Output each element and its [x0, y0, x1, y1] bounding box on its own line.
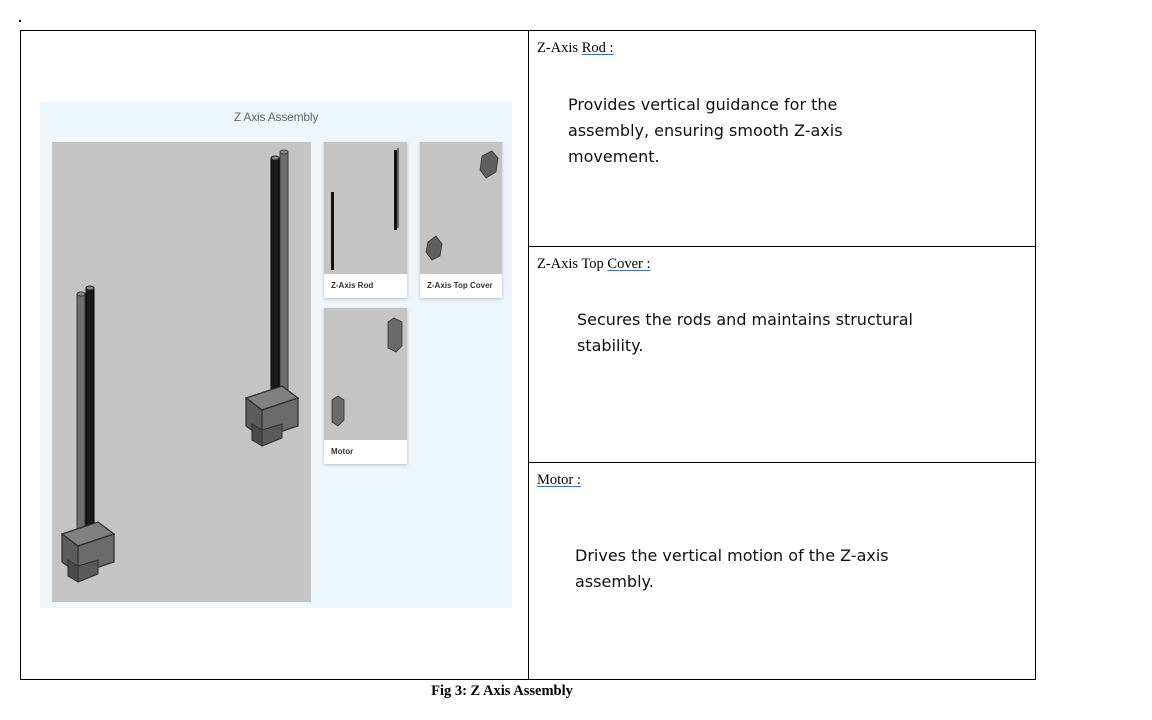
- part-card-label: Motor: [331, 447, 354, 456]
- row-z-axis-rod: Z-Axis Rod : Provides vertical guidance …: [529, 31, 1035, 247]
- stray-dot: [19, 20, 21, 22]
- row-motor: Motor : Drives the vertical motion of th…: [529, 463, 1035, 679]
- row-description: Secures the rods and maintains structura…: [577, 310, 913, 355]
- right-rod-pair: [270, 149, 289, 399]
- part-card-z-axis-rod[interactable]: Z-Axis Rod: [324, 142, 407, 298]
- row-z-axis-top-cover: Z-Axis Top Cover : Secures the rods and …: [529, 247, 1035, 463]
- top-cover-preview-render: [425, 150, 499, 261]
- row-heading: Motor :: [537, 472, 581, 488]
- main-3d-viewport[interactable]: [52, 142, 311, 602]
- part-preview: [420, 142, 502, 274]
- row-description: Provides vertical guidance for the assem…: [568, 95, 843, 166]
- assembly-render: [60, 149, 300, 583]
- rod-preview-render: [331, 148, 399, 270]
- part-preview: [324, 308, 407, 440]
- left-rod-pair: [76, 285, 95, 535]
- figure-cell: Z Axis Assembly Z-Axis Rod Z-Axis Top Co…: [21, 31, 529, 679]
- part-card-z-axis-top-cover[interactable]: Z-Axis Top Cover: [420, 142, 502, 298]
- figure-caption: Fig 3: Z Axis Assembly: [431, 683, 573, 699]
- part-preview: [324, 142, 407, 274]
- part-card-motor[interactable]: Motor: [324, 308, 407, 464]
- part-card-label: Z-Axis Top Cover: [427, 281, 493, 290]
- part-card-label: Z-Axis Rod: [331, 281, 374, 290]
- row-heading: Z-Axis Top Cover :: [537, 256, 651, 272]
- right-motor-block: [244, 385, 300, 447]
- assembly-figure: Z Axis Assembly Z-Axis Rod Z-Axis Top Co…: [40, 102, 512, 608]
- left-motor-block: [60, 521, 116, 583]
- assembly-table: Z Axis Assembly Z-Axis Rod Z-Axis Top Co…: [20, 30, 1036, 680]
- row-heading: Z-Axis Rod :: [537, 40, 614, 56]
- row-description: Drives the vertical motion of the Z-axis…: [575, 546, 889, 591]
- motor-preview-render: [331, 317, 403, 427]
- figure-title: Z Axis Assembly: [233, 110, 319, 124]
- description-column: Z-Axis Rod : Provides vertical guidance …: [529, 31, 1035, 679]
